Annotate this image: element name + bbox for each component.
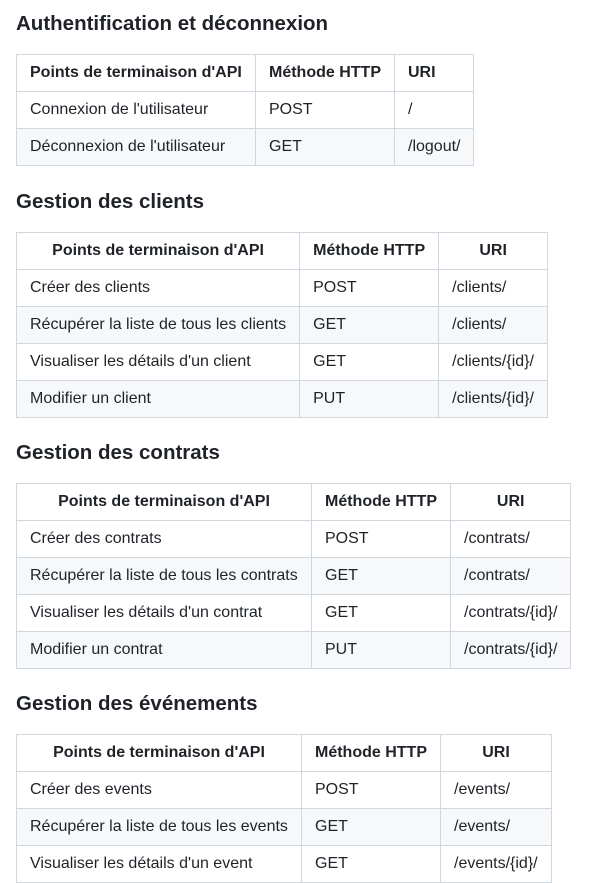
section-heading: Gestion des clients <box>16 190 204 213</box>
cell-endpoint: Déconnexion de l'utilisateur <box>16 128 256 166</box>
table-row: Créer des contrats POST /contrats/ <box>16 520 572 558</box>
cell-uri: /contrats/{id}/ <box>449 631 572 669</box>
cell-endpoint: Connexion de l'utilisateur <box>16 91 256 129</box>
column-header-method: Méthode HTTP <box>299 232 440 270</box>
api-table-contrats: Points de terminaison d'API Méthode HTTP… <box>16 483 572 669</box>
api-table-events: Points de terminaison d'API Méthode HTTP… <box>16 734 552 883</box>
cell-method: POST <box>301 771 441 809</box>
table-row: Modifier un client PUT /clients/{id}/ <box>15 380 549 418</box>
column-header-method: Méthode HTTP <box>301 734 441 772</box>
cell-uri: / <box>393 91 475 129</box>
section-evenements: Gestion des événements Points de termina… <box>16 691 552 883</box>
cell-uri: /logout/ <box>393 128 475 166</box>
cell-uri: /contrats/ <box>449 520 572 558</box>
cell-uri: /clients/{id}/ <box>438 343 549 381</box>
section-clients: Gestion des clients Points de terminaiso… <box>15 189 549 418</box>
table-row: Visualiser les détails d'un client GET /… <box>15 343 549 381</box>
table-row: Modifier un contrat PUT /contrats/{id}/ <box>16 631 572 669</box>
column-header-method: Méthode HTTP <box>311 483 451 521</box>
table-row: Connexion de l'utilisateur POST / <box>16 91 475 129</box>
cell-method: PUT <box>311 631 451 669</box>
column-header-endpoint: Points de terminaison d'API <box>15 232 301 270</box>
column-header-uri: URI <box>449 483 572 521</box>
cell-method: POST <box>299 269 440 307</box>
cell-method: GET <box>311 594 451 632</box>
column-header-endpoint: Points de terminaison d'API <box>16 54 256 92</box>
cell-endpoint: Récupérer la liste de tous les contrats <box>16 557 312 595</box>
api-table-auth: Points de terminaison d'API Méthode HTTP… <box>16 54 475 166</box>
table-row: Récupérer la liste de tous les clients G… <box>15 306 549 344</box>
table-header-row: Points de terminaison d'API Méthode HTTP… <box>16 734 552 772</box>
cell-uri: /clients/{id}/ <box>438 380 549 418</box>
cell-method: GET <box>311 557 451 595</box>
cell-method: GET <box>299 343 440 381</box>
cell-endpoint: Récupérer la liste de tous les events <box>16 808 302 846</box>
table-row: Visualiser les détails d'un event GET /e… <box>16 845 552 883</box>
table-header-row: Points de terminaison d'API Méthode HTTP… <box>15 232 549 270</box>
section-heading: Gestion des contrats <box>16 441 220 464</box>
cell-uri: /events/ <box>440 808 552 846</box>
cell-endpoint: Créer des events <box>16 771 302 809</box>
column-header-uri: URI <box>440 734 552 772</box>
cell-uri: /events/ <box>440 771 552 809</box>
table-row: Déconnexion de l'utilisateur GET /logout… <box>16 128 475 166</box>
cell-endpoint: Créer des clients <box>15 269 301 307</box>
table-header-row: Points de terminaison d'API Méthode HTTP… <box>16 483 572 521</box>
table-row: Visualiser les détails d'un contrat GET … <box>16 594 572 632</box>
cell-uri: /contrats/{id}/ <box>449 594 572 632</box>
api-table-clients: Points de terminaison d'API Méthode HTTP… <box>15 232 549 418</box>
cell-endpoint: Récupérer la liste de tous les clients <box>15 306 301 344</box>
cell-uri: /events/{id}/ <box>440 845 552 883</box>
column-header-uri: URI <box>393 54 475 92</box>
cell-endpoint: Visualiser les détails d'un event <box>16 845 302 883</box>
cell-endpoint: Visualiser les détails d'un contrat <box>16 594 312 632</box>
cell-method: POST <box>255 91 395 129</box>
table-row: Créer des events POST /events/ <box>16 771 552 809</box>
section-heading: Authentification et déconnexion <box>16 12 329 35</box>
section-contrats: Gestion des contrats Points de terminais… <box>16 440 572 669</box>
cell-endpoint: Modifier un contrat <box>16 631 312 669</box>
table-row: Récupérer la liste de tous les events GE… <box>16 808 552 846</box>
column-header-uri: URI <box>438 232 549 270</box>
cell-method: POST <box>311 520 451 558</box>
section-heading: Gestion des événements <box>16 692 258 715</box>
table-row: Récupérer la liste de tous les contrats … <box>16 557 572 595</box>
cell-uri: /contrats/ <box>449 557 572 595</box>
table-header-row: Points de terminaison d'API Méthode HTTP… <box>16 54 475 92</box>
cell-endpoint: Créer des contrats <box>16 520 312 558</box>
cell-endpoint: Modifier un client <box>15 380 301 418</box>
column-header-method: Méthode HTTP <box>255 54 395 92</box>
column-header-endpoint: Points de terminaison d'API <box>16 734 302 772</box>
cell-method: GET <box>299 306 440 344</box>
cell-method: GET <box>255 128 395 166</box>
cell-method: PUT <box>299 380 440 418</box>
table-row: Créer des clients POST /clients/ <box>15 269 549 307</box>
cell-endpoint: Visualiser les détails d'un client <box>15 343 301 381</box>
section-authentification: Authentification et déconnexion Points d… <box>16 11 475 166</box>
cell-method: GET <box>301 845 441 883</box>
cell-method: GET <box>301 808 441 846</box>
column-header-endpoint: Points de terminaison d'API <box>16 483 312 521</box>
cell-uri: /clients/ <box>438 306 549 344</box>
cell-uri: /clients/ <box>438 269 549 307</box>
